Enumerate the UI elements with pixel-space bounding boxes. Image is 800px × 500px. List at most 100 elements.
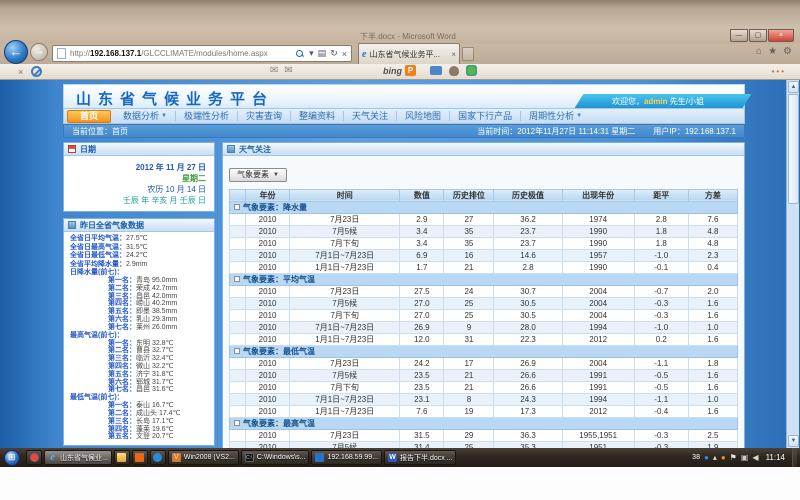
table-group-row[interactable]: 气象要素：最高气温 — [230, 417, 738, 429]
taskbar-task-blue-app[interactable] — [150, 450, 166, 465]
taskbar-task-media[interactable] — [26, 450, 42, 465]
table-row[interactable]: 20107月1日~7月23日23.1824.31994-1.11.0 — [230, 393, 738, 405]
table-row[interactable]: 20107月下旬23.52126.61991-0.51.6 — [230, 381, 738, 393]
address-bar[interactable]: http://192.168.137.1/GLCCLIMATE/modules/… — [52, 45, 352, 62]
checkbox[interactable] — [234, 420, 240, 426]
search-icon[interactable] — [296, 50, 304, 58]
tools-gear-icon[interactable]: ⚙ — [783, 46, 792, 57]
table-row[interactable]: 20107月23日31.52936.31955,1951-0.32.5 — [230, 429, 738, 441]
taskbar-task-ie[interactable]: e山东省气候业... — [44, 450, 112, 465]
scrollbar-thumb[interactable] — [788, 94, 799, 204]
taskbar-task-cmd[interactable]: C:\C:\Windows\s... — [241, 450, 310, 465]
table-cell: 2010 — [246, 321, 290, 333]
nav-item-整编资料[interactable]: 整编资料 — [291, 111, 344, 121]
table-group-row[interactable]: 气象要素：平均气温 — [230, 273, 738, 285]
checkbox[interactable] — [234, 276, 240, 282]
table-cell: 27.0 — [400, 309, 444, 321]
rank-value: 微山 32.2℃ — [136, 363, 173, 370]
block-icon[interactable] — [31, 66, 42, 77]
calendar-date: 2012 年 11 月 27 日 — [68, 162, 206, 173]
flag-icon[interactable]: ⚑ — [730, 453, 737, 463]
volume-icon[interactable]: ◀ — [752, 453, 758, 463]
minimize-button[interactable]: — — [730, 29, 748, 42]
mail-icon[interactable]: ✉ — [270, 65, 278, 76]
table-row[interactable]: 20107月下旬3.43523.719901.84.8 — [230, 237, 738, 249]
rank-value: 荣成 42.7mm — [136, 285, 177, 292]
mail-icon-2[interactable]: ✉ — [284, 65, 292, 76]
search-dropdown-icon[interactable]: ▾ — [309, 48, 314, 59]
paw-icon[interactable] — [449, 66, 459, 76]
taskbar-task-remote[interactable]: 192.168.59.99... — [311, 450, 382, 465]
task-label: 山东省气候业... — [60, 453, 108, 463]
close-button[interactable]: × — [768, 29, 794, 42]
nav-item-极端性分析[interactable]: 极端性分析 — [176, 111, 238, 121]
taskbar-task-orange-app[interactable] — [132, 450, 148, 465]
table-row[interactable]: 20107月1日~7月23日6.91614.61957-1.02.3 — [230, 249, 738, 261]
nav-item-国家下行产品[interactable]: 国家下行产品 — [450, 111, 521, 121]
table-row[interactable]: 20107月5候3.43523.719901.84.8 — [230, 225, 738, 237]
favorites-star-icon[interactable]: ★ — [768, 46, 777, 57]
checkbox[interactable] — [234, 348, 240, 354]
cmd-icon: C:\ — [245, 453, 254, 462]
table-row[interactable]: 20107月1日~7月23日26.9928.01994-1.01.0 — [230, 321, 738, 333]
refresh-icon[interactable]: ↻ — [330, 48, 338, 59]
show-desktop-button[interactable] — [792, 448, 797, 467]
nav-item-风险地图[interactable]: 风险地图 — [397, 111, 450, 121]
summary-line: 全省日最低气温：24.2℃ — [70, 252, 212, 261]
table-row[interactable]: 20101月1日~7月23日12.03122.320120.21.6 — [230, 333, 738, 345]
fox-icon[interactable]: ● — [721, 453, 726, 463]
start-button[interactable] — [4, 450, 20, 466]
element-filter-button[interactable]: 气象要素 ▼ — [229, 168, 287, 182]
close-sidebar-icon[interactable]: × — [18, 67, 23, 77]
more-options-icon[interactable]: ••• — [772, 67, 786, 76]
messenger-icon[interactable] — [466, 65, 477, 76]
up-chevron-icon[interactable]: ▴ — [713, 453, 717, 463]
column-header: 出现年份 — [562, 189, 634, 201]
header-checkbox-cell — [230, 189, 246, 201]
table-row[interactable]: 20107月5候23.52126.61991-0.51.6 — [230, 369, 738, 381]
table-row[interactable]: 20101月1日~7月23日7.61917.32012-0.41.6 — [230, 405, 738, 417]
nav-item-首页[interactable]: 首页 — [67, 110, 111, 123]
taskbar-task-folder[interactable] — [114, 450, 130, 465]
table-row[interactable]: 20107月23日27.52430.72004-0.72.0 — [230, 285, 738, 297]
taskbar-clock[interactable]: 11:14 — [766, 453, 785, 462]
bing-logo[interactable]: bing — [383, 66, 402, 76]
table-cell: 27 — [444, 213, 494, 225]
nav-item-灾害查询[interactable]: 灾害查询 — [238, 111, 291, 121]
table-row[interactable]: 20107月5候31.42535.31951-0.31.9 — [230, 441, 738, 448]
nav-item-周期性分析[interactable]: 周期性分析▼ — [521, 111, 590, 121]
forward-button[interactable]: → — [30, 43, 48, 61]
camera-icon[interactable] — [430, 66, 442, 75]
globe-icon[interactable]: ● — [704, 453, 709, 463]
compatibility-icon[interactable]: ▤ — [318, 48, 327, 59]
maximize-button[interactable]: ▢ — [749, 29, 767, 42]
scroll-up-icon[interactable]: ▲ — [788, 81, 799, 93]
taskbar-task-word[interactable]: W报告下半.docx ... — [384, 450, 456, 465]
browser-tab[interactable]: e 山东省气候业务平... × — [358, 43, 460, 64]
table-group-row[interactable]: 气象要素：降水量 — [230, 201, 738, 213]
display-icon[interactable]: ▣ — [741, 453, 749, 463]
bing-badge-icon[interactable]: P — [405, 65, 416, 76]
rank-label: 第二名： — [108, 410, 136, 417]
checkbox[interactable] — [234, 204, 240, 210]
table-cell: 17.3 — [494, 405, 562, 417]
scroll-down-icon[interactable]: ▼ — [788, 435, 799, 447]
page-scrollbar[interactable]: ▲ ▼ — [786, 80, 799, 448]
table-cell: 12.0 — [400, 333, 444, 345]
nav-item-数据分析[interactable]: 数据分析▼ — [115, 111, 176, 121]
new-tab-button[interactable] — [462, 47, 474, 61]
stop-icon[interactable]: × — [342, 49, 347, 59]
table-row[interactable]: 20107月5候27.02530.52004-0.31.6 — [230, 297, 738, 309]
table-group-row[interactable]: 气象要素：最低气温 — [230, 345, 738, 357]
tab-close-icon[interactable]: × — [451, 50, 456, 59]
home-icon[interactable]: ⌂ — [756, 46, 762, 57]
table-row[interactable]: 20107月23日2.92736.219742.87.6 — [230, 213, 738, 225]
table-row[interactable]: 20107月23日24.21726.92004-1.11.8 — [230, 357, 738, 369]
taskbar-task-vm[interactable]: VWin2008 (VS2... — [168, 450, 239, 465]
nav-item-天气关注[interactable]: 天气关注 — [344, 111, 397, 121]
table-row[interactable]: 20107月下旬27.02530.52004-0.31.6 — [230, 309, 738, 321]
back-button[interactable]: ← — [4, 40, 28, 64]
table-cell: 26.6 — [494, 381, 562, 393]
table-row[interactable]: 20101月1日~7月23日1.7212.81990-0.10.4 — [230, 261, 738, 273]
row-checkbox-cell — [230, 321, 246, 333]
